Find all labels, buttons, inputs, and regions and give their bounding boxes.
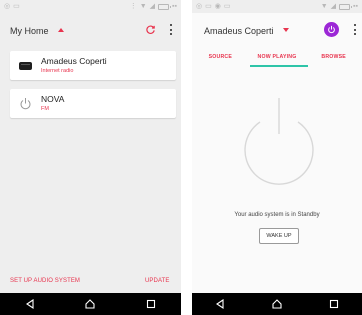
caret-up-icon bbox=[57, 27, 64, 32]
device-source: FM bbox=[41, 106, 49, 112]
device-card-nova[interactable]: NOVA FM bbox=[10, 89, 176, 118]
status-bar: ◎ ▭ ⋮ ▼ ◢ ▪▪ bbox=[0, 0, 181, 13]
device-selector[interactable]: Amadeus Coperti bbox=[204, 21, 289, 39]
standby-message: Your audio system is in Standby bbox=[234, 212, 320, 218]
vibrate-icon: ⋮ bbox=[129, 3, 137, 10]
cast-icon: ▭ bbox=[205, 3, 212, 10]
signal-icon: ◢ bbox=[330, 3, 337, 10]
power-icon bbox=[328, 25, 335, 34]
back-icon[interactable] bbox=[214, 298, 226, 310]
recents-icon[interactable] bbox=[328, 298, 340, 310]
home-icon[interactable] bbox=[84, 298, 96, 310]
overflow-menu-icon[interactable] bbox=[169, 24, 172, 35]
signal-icon: ◢ bbox=[149, 3, 156, 10]
wake-up-button[interactable]: WAKE UP bbox=[259, 228, 299, 244]
home-title: My Home bbox=[10, 26, 49, 36]
caret-down-icon bbox=[283, 27, 289, 32]
device-name: Amadeus Coperti bbox=[41, 56, 107, 66]
home-selector[interactable]: My Home bbox=[10, 21, 64, 39]
device-app-bar: Amadeus Coperti bbox=[192, 13, 362, 47]
back-icon[interactable] bbox=[24, 298, 36, 310]
android-nav-bar bbox=[192, 293, 362, 315]
wifi-icon: ▼ bbox=[320, 3, 328, 10]
setup-audio-system-button[interactable]: SET UP AUDIO SYSTEM bbox=[10, 278, 80, 284]
image-icon: ▭ bbox=[223, 3, 231, 10]
clock-icon: ▪▪ bbox=[172, 3, 177, 10]
active-tab-indicator bbox=[250, 65, 308, 67]
home-screen: ◎ ▭ ⋮ ▼ ◢ ▪▪ My Home Amadeus Coperti Int… bbox=[0, 0, 181, 315]
overflow-menu-icon[interactable] bbox=[353, 24, 356, 35]
tab-source[interactable]: SOURCE bbox=[192, 47, 249, 67]
home-icon[interactable] bbox=[271, 298, 283, 310]
tab-now-playing[interactable]: NOW PLAYING bbox=[249, 47, 306, 67]
android-nav-bar bbox=[0, 293, 181, 315]
refresh-icon[interactable] bbox=[145, 24, 156, 35]
now-playing-screen: ◎ ▭ ◉ ▭ ▼ ◢ ▪▪ Amadeus Coperti SOURCE NO… bbox=[192, 0, 362, 315]
home-app-bar: My Home bbox=[0, 13, 181, 47]
update-button[interactable]: UPDATE bbox=[145, 278, 170, 284]
image-icon: ▭ bbox=[13, 3, 20, 10]
tab-browse[interactable]: BROWSE bbox=[305, 47, 362, 67]
status-bar: ◎ ▭ ◉ ▭ ▼ ◢ ▪▪ bbox=[192, 0, 362, 13]
tab-bar: SOURCE NOW PLAYING BROWSE bbox=[192, 47, 362, 67]
speaker-icon bbox=[19, 62, 32, 70]
notification-icon: ◎ bbox=[196, 3, 203, 10]
wifi-icon: ▼ bbox=[139, 3, 147, 10]
app-icon: ◉ bbox=[214, 3, 221, 10]
device-card-amadeus[interactable]: Amadeus Coperti Internet radio bbox=[10, 51, 176, 80]
notification-icon: ◎ bbox=[4, 3, 11, 10]
power-button[interactable] bbox=[324, 22, 339, 37]
standby-power-icon bbox=[244, 98, 314, 185]
battery-icon bbox=[158, 3, 172, 10]
battery-icon bbox=[339, 3, 353, 10]
recents-icon[interactable] bbox=[145, 298, 157, 310]
clock-icon: ▪▪ bbox=[353, 3, 358, 10]
device-title: Amadeus Coperti bbox=[204, 26, 274, 36]
device-source: Internet radio bbox=[41, 68, 74, 74]
device-name: NOVA bbox=[41, 94, 65, 104]
power-icon bbox=[20, 98, 31, 110]
